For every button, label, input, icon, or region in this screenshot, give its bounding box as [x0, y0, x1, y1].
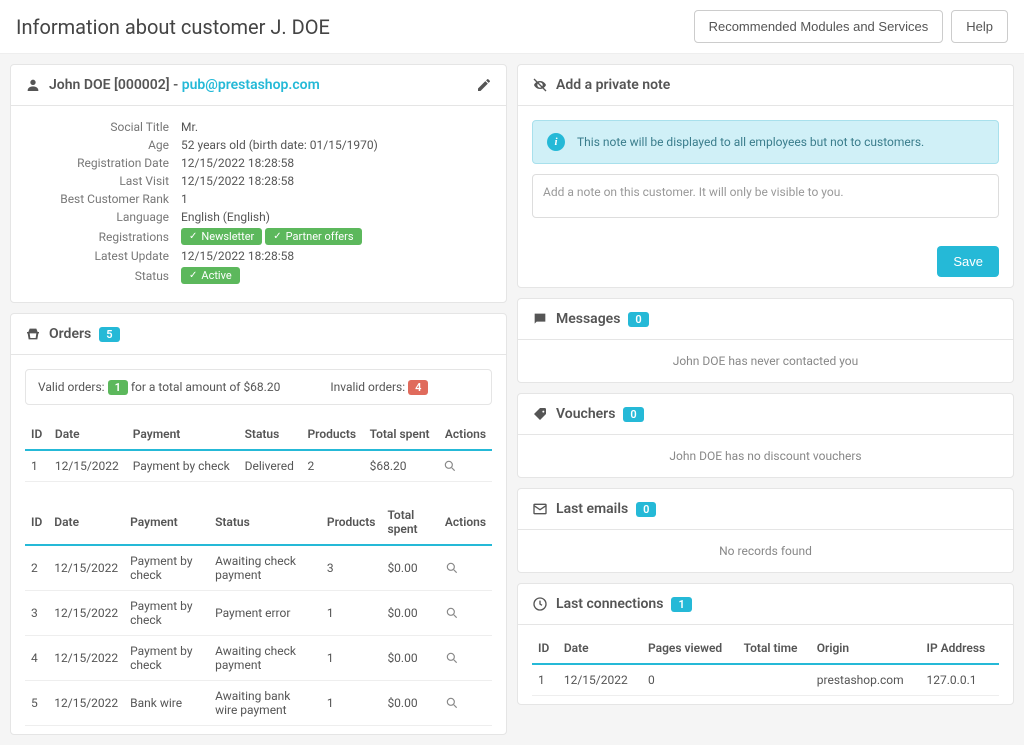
- status-badge: ✓Active: [181, 267, 240, 284]
- partner-offers-badge: ✓Partner offers: [265, 228, 361, 245]
- clock-icon: [532, 596, 548, 612]
- view-order-icon[interactable]: [445, 606, 486, 620]
- valid-orders-summary: Valid orders: 1 for a total amount of $6…: [38, 380, 280, 394]
- table-row: 212/15/2022Payment by checkAwaiting chec…: [25, 545, 492, 591]
- tag-icon: [532, 406, 548, 422]
- view-order-icon[interactable]: [443, 459, 486, 473]
- orders-count-badge: 5: [99, 327, 119, 342]
- view-order-icon[interactable]: [445, 651, 486, 665]
- customer-info-header: John DOE [000002] - pub@prestashop.com: [11, 65, 506, 106]
- emails-count-badge: 0: [636, 502, 656, 517]
- message-icon: [532, 311, 548, 327]
- vouchers-count-badge: 0: [623, 407, 643, 422]
- customer-info-panel: John DOE [000002] - pub@prestashop.com S…: [10, 64, 507, 303]
- right-column: Add a private note i This note will be d…: [517, 64, 1014, 735]
- newsletter-badge: ✓Newsletter: [181, 228, 262, 245]
- edit-icon[interactable]: [476, 77, 492, 93]
- main-layout: John DOE [000002] - pub@prestashop.com S…: [0, 54, 1024, 745]
- page-header: Information about customer J. DOE Recomm…: [0, 0, 1024, 54]
- private-note-panel: Add a private note i This note will be d…: [517, 64, 1014, 288]
- vouchers-panel: Vouchers 0 John DOE has no discount vouc…: [517, 393, 1014, 478]
- messages-empty: John DOE has never contacted you: [518, 340, 1013, 382]
- help-button[interactable]: Help: [951, 10, 1008, 43]
- page-title: Information about customer J. DOE: [16, 15, 330, 39]
- left-column: John DOE [000002] - pub@prestashop.com S…: [10, 64, 507, 735]
- connections-count-badge: 1: [671, 597, 691, 612]
- table-row: 112/15/20220prestashop.com127.0.0.1: [532, 664, 999, 696]
- invalid-orders-table: ID Date Payment Status Products Total sp…: [25, 500, 492, 726]
- mail-icon: [532, 501, 548, 517]
- view-order-icon[interactable]: [445, 696, 486, 710]
- private-note-header: Add a private note: [518, 65, 1013, 106]
- table-row: 512/15/2022Bank wireAwaiting bank wire p…: [25, 681, 492, 726]
- orders-summary: Valid orders: 1 for a total amount of $6…: [25, 369, 492, 405]
- invalid-orders-summary: Invalid orders: 4: [330, 380, 428, 394]
- messages-count-badge: 0: [628, 312, 648, 327]
- recommended-modules-button[interactable]: Recommended Modules and Services: [694, 10, 944, 43]
- vouchers-empty: John DOE has no discount vouchers: [518, 435, 1013, 477]
- emails-panel: Last emails 0 No records found: [517, 488, 1014, 573]
- orders-panel: Orders 5 Valid orders: 1 for a total amo…: [10, 313, 507, 735]
- private-note-textarea[interactable]: [532, 174, 999, 218]
- orders-header: Orders 5: [11, 314, 506, 355]
- info-icon: i: [547, 133, 565, 151]
- customer-email-link[interactable]: pub@prestashop.com: [182, 77, 320, 93]
- customer-name: John DOE [000002]: [49, 77, 170, 93]
- customer-info-body: Social TitleMr. Age52 years old (birth d…: [11, 106, 506, 302]
- connections-table: ID Date Pages viewed Total time Origin I…: [532, 633, 999, 696]
- visibility-off-icon: [532, 77, 548, 93]
- person-icon: [25, 77, 41, 93]
- view-order-icon[interactable]: [445, 561, 486, 575]
- connections-panel: Last connections 1 ID Date Pages viewed …: [517, 583, 1014, 705]
- basket-icon: [25, 326, 41, 342]
- note-info-alert: i This note will be displayed to all emp…: [532, 120, 999, 164]
- save-note-button[interactable]: Save: [937, 246, 999, 277]
- table-row: 112/15/2022Payment by checkDelivered2$68…: [25, 450, 492, 482]
- header-actions: Recommended Modules and Services Help: [694, 10, 1008, 43]
- emails-empty: No records found: [518, 530, 1013, 572]
- messages-panel: Messages 0 John DOE has never contacted …: [517, 298, 1014, 383]
- valid-orders-table: ID Date Payment Status Products Total sp…: [25, 419, 492, 482]
- table-row: 412/15/2022Payment by checkAwaiting chec…: [25, 636, 492, 681]
- table-row: 312/15/2022Payment by checkPayment error…: [25, 591, 492, 636]
